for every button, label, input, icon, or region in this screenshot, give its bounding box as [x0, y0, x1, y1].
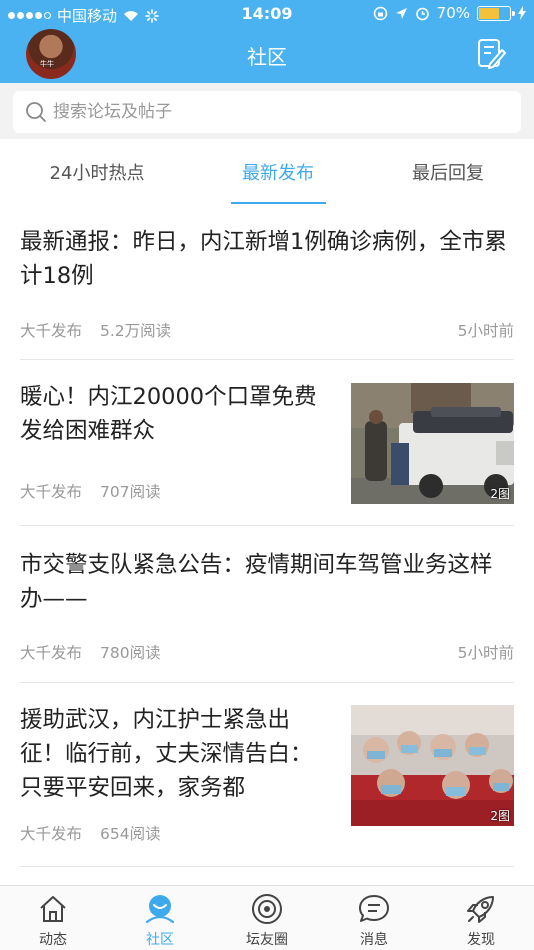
- divider: [20, 682, 514, 683]
- bottom-tab-bar: 动态 社区 坛友圈 消息 发现: [0, 885, 534, 950]
- tabbar-label: 坛友圈: [246, 932, 288, 948]
- search-icon: [26, 102, 46, 122]
- post-thumbnail[interactable]: 2图: [351, 383, 514, 504]
- divider: [20, 359, 514, 360]
- status-bar: 中国移动 14:09 70%: [0, 0, 534, 28]
- chat-icon: [359, 895, 389, 922]
- post-reads: 780阅读: [100, 644, 161, 662]
- post-meta: 大千发布 5.2万阅读: [20, 319, 171, 341]
- circle-icon: [252, 894, 282, 924]
- divider: [20, 866, 514, 867]
- tabbar-label: 动态: [39, 932, 67, 948]
- post-reads: 654阅读: [100, 825, 161, 843]
- battery-fill: [479, 7, 500, 19]
- rotation-lock-icon: [373, 6, 387, 20]
- tab-indicator: [231, 202, 326, 204]
- post-source: 大千发布: [20, 483, 83, 501]
- post-source: 大千发布: [20, 322, 83, 340]
- tabbar-item-discover[interactable]: 发现: [428, 892, 534, 949]
- battery-icon: [477, 5, 515, 21]
- post-title[interactable]: 援助武汉，内江护士紧急出征！临行前，丈夫深情告白：只要平安回来，家务都: [20, 703, 332, 805]
- status-right: 70%: [373, 4, 526, 22]
- tab-bar: 24小时热点 最新发布 最后回复: [0, 139, 534, 205]
- post-time: 5小时前: [457, 322, 514, 340]
- tabbar-item-feed[interactable]: 动态: [0, 892, 106, 949]
- tab-last-reply[interactable]: 最后回复: [368, 159, 528, 185]
- search-input[interactable]: [53, 102, 493, 122]
- tabbar-item-community[interactable]: 社区: [107, 892, 213, 949]
- battery-percent: 70%: [436, 4, 470, 22]
- post-title[interactable]: 最新通报：昨日，内江新增1例确诊病例，全市累计18例: [20, 225, 514, 293]
- tab-latest[interactable]: 最新发布: [198, 159, 358, 185]
- tabbar-label: 发现: [467, 932, 495, 948]
- tabbar-item-circle[interactable]: 坛友圈: [214, 892, 320, 949]
- header: 中国移动 14:09 70% 牛牛 社区: [0, 0, 534, 83]
- post-item[interactable]: 最新通报：昨日，内江新增1例确诊病例，全市累计18例 大千发布 5.2万阅读 5小…: [20, 225, 514, 350]
- post-item[interactable]: 市交警支队紧急公告：疫情期间车驾管业务这样办—— 大千发布 780阅读 5小时前: [20, 548, 514, 673]
- image-count-badge: 2图: [490, 487, 510, 501]
- post-title[interactable]: 暖心！内江20000个口罩免费发给困难群众: [20, 380, 332, 448]
- post-meta: 大千发布 654阅读: [20, 822, 161, 844]
- image-count-badge: 2图: [490, 809, 510, 823]
- tab-24h-hot[interactable]: 24小时热点: [17, 159, 177, 185]
- community-icon: [145, 895, 175, 924]
- post-source: 大千发布: [20, 825, 83, 843]
- tabbar-item-messages[interactable]: 消息: [321, 892, 427, 949]
- compose-icon[interactable]: [476, 38, 506, 70]
- tabbar-label: 社区: [146, 932, 174, 948]
- search-bar: [0, 83, 534, 139]
- post-reads: 5.2万阅读: [100, 322, 172, 340]
- post-time: 5小时前: [457, 644, 514, 662]
- rocket-icon: [467, 896, 494, 923]
- divider: [20, 525, 514, 526]
- alarm-icon: [415, 7, 429, 20]
- post-thumbnail[interactable]: 2图: [351, 705, 514, 826]
- house-icon: [40, 896, 66, 922]
- charging-icon: [518, 6, 526, 20]
- post-reads: 707阅读: [100, 483, 161, 501]
- post-source: 大千发布: [20, 644, 83, 662]
- post-meta: 大千发布 780阅读: [20, 641, 161, 663]
- page-title: 社区: [247, 45, 287, 69]
- post-meta: 大千发布 707阅读: [20, 480, 161, 502]
- location-icon: [395, 7, 407, 19]
- tabbar-label: 消息: [360, 932, 388, 948]
- search-box[interactable]: [13, 91, 521, 133]
- post-title[interactable]: 市交警支队紧急公告：疫情期间车驾管业务这样办——: [20, 548, 514, 616]
